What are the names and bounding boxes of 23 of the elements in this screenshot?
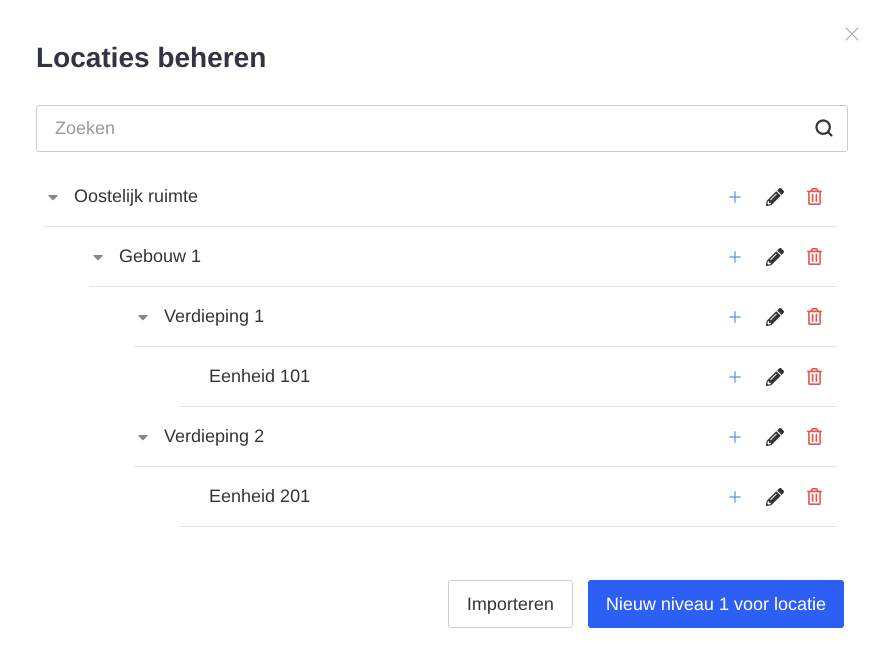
pencil-icon[interactable] — [766, 248, 784, 266]
trash-icon[interactable] — [806, 488, 823, 505]
tree-item-label[interactable]: Gebouw 1 — [119, 243, 726, 270]
search-field[interactable]: Zoeken — [36, 105, 848, 152]
trash-icon[interactable] — [806, 428, 823, 445]
pencil-icon[interactable] — [766, 428, 784, 446]
pencil-icon[interactable] — [766, 308, 784, 326]
tree-item-label[interactable]: Eenheid 101 — [209, 363, 726, 390]
trash-icon[interactable] — [806, 368, 823, 385]
pencil-icon[interactable] — [766, 488, 784, 506]
search-icon[interactable] — [814, 118, 834, 138]
trash-icon[interactable] — [806, 188, 823, 205]
trash-icon[interactable] — [806, 248, 823, 265]
primary-button[interactable]: Nieuw niveau 1 voor locatie — [588, 580, 844, 628]
tree-item-label[interactable]: Eenheid 201 — [209, 483, 726, 510]
pencil-icon[interactable] — [766, 188, 784, 206]
pencil-icon[interactable] — [766, 368, 784, 386]
tree-item-label[interactable]: Verdieping 1 — [164, 303, 726, 330]
tree-item-label[interactable]: Oostelijk ruimte — [74, 183, 726, 210]
dialog-title: Locaties beheren — [36, 41, 268, 75]
trash-icon[interactable] — [806, 308, 823, 325]
secondary-button[interactable]: Importeren — [448, 580, 573, 628]
tree-item-label[interactable]: Verdieping 2 — [164, 423, 726, 450]
